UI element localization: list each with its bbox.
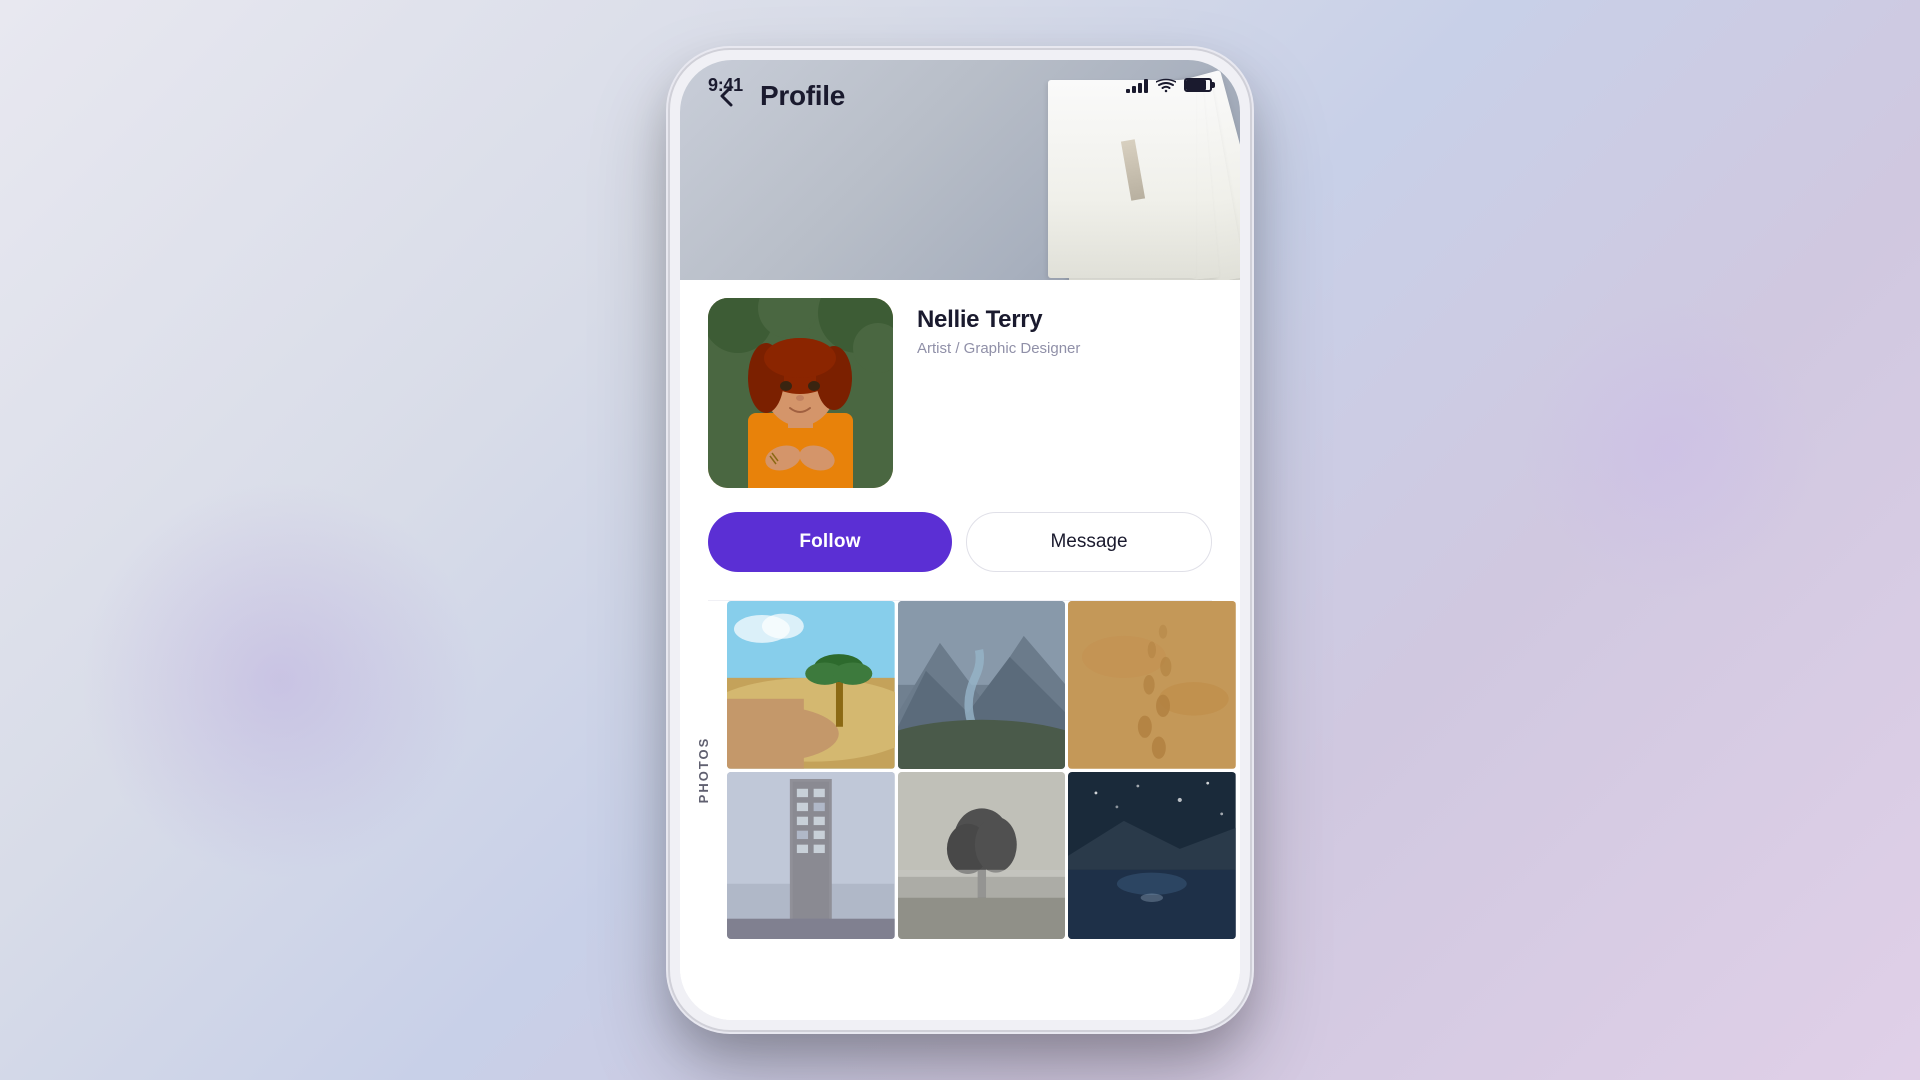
photo-item[interactable] [898,601,1066,769]
signal-icon [1126,77,1148,93]
profile-info-section: Nellie Terry Artist / Graphic Designer [680,280,1240,512]
phone-screen: 9:41 [680,60,1240,1020]
battery-fill [1186,80,1206,90]
user-job-title: Artist / Graphic Designer [917,340,1212,357]
avatar-container [708,298,893,488]
photos-grid [727,601,1240,939]
battery-icon [1184,78,1212,92]
message-button[interactable]: Message [966,512,1212,572]
signal-bar-1 [1126,89,1130,93]
photo-footprints [1068,601,1236,769]
cover-section: 9:41 [680,60,1240,280]
signal-bar-4 [1144,79,1148,93]
avatar-image [708,298,893,488]
photo-item[interactable] [898,772,1066,940]
photo-item[interactable] [1068,772,1236,940]
photo-mountains [898,601,1066,769]
signal-bar-3 [1138,83,1142,93]
user-info: Nellie Terry Artist / Graphic Designer [917,298,1212,357]
phone-frame: 9:41 [670,50,1250,1030]
status-bar: 9:41 [680,60,1240,110]
photo-item[interactable] [727,772,895,940]
status-time: 9:41 [708,75,743,96]
photo-tree [898,772,1066,940]
photo-item[interactable] [727,601,895,769]
photos-label: PHOTOS [680,601,727,939]
signal-bar-2 [1132,86,1136,93]
follow-button[interactable]: Follow [708,512,952,572]
photo-item[interactable] [1068,601,1236,769]
wifi-icon [1156,78,1176,93]
profile-content[interactable]: Nellie Terry Artist / Graphic Designer F… [680,280,1240,1020]
photo-desert [727,601,895,769]
status-icons [1126,77,1212,93]
photos-section: PHOTOS [680,601,1240,959]
avatar [708,298,893,488]
photo-dark [1068,772,1236,940]
user-name: Nellie Terry [917,306,1212,334]
action-buttons: Follow Message [680,512,1240,600]
photo-building [727,772,895,940]
